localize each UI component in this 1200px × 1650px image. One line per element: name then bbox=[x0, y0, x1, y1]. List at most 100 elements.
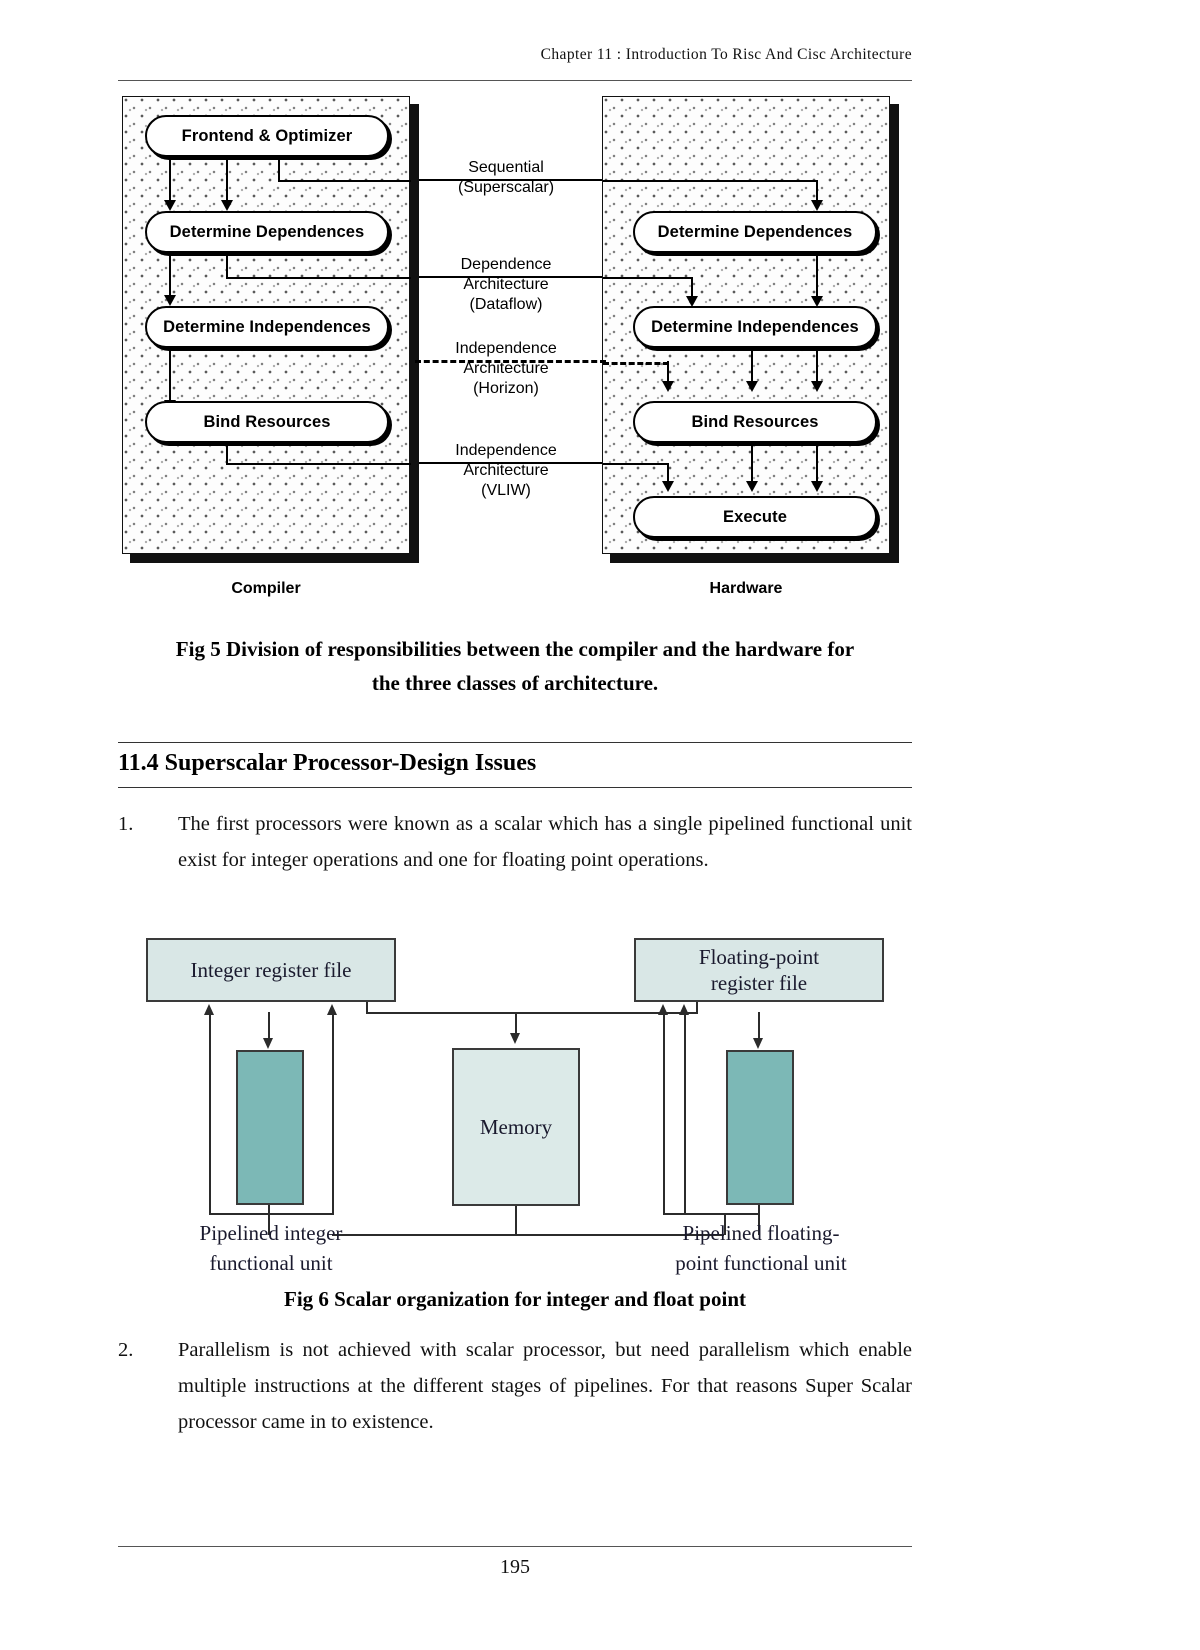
compiler-node-determine-independences: Determine Independences bbox=[145, 306, 389, 348]
hardware-node-determine-dependences: Determine Dependences bbox=[633, 211, 877, 253]
compiler-edge-2a bbox=[169, 253, 172, 299]
hardware-arrowhead-seq bbox=[811, 200, 823, 211]
compiler-edge-1b bbox=[226, 157, 229, 204]
wire-memory-bottom-stub bbox=[515, 1206, 518, 1236]
compiler-arrowhead-2a bbox=[164, 295, 176, 306]
middle-label-sequential: Sequential (Superscalar) bbox=[406, 158, 606, 198]
list-item-2: 2. Parallelism is not achieved with scal… bbox=[118, 1332, 912, 1440]
list-item-1: 1. The first processors were known as a … bbox=[118, 806, 912, 878]
right-panel-shadow-right bbox=[890, 104, 899, 562]
compiler-node-bind-resources: Bind Resources bbox=[145, 401, 389, 443]
figure-5-diagram: Frontend & Optimizer Determine Dependenc… bbox=[118, 96, 912, 597]
integer-functional-unit-label: Pipelined integer functional unit bbox=[156, 1218, 386, 1278]
middle-label-dependence-line1: Dependence bbox=[460, 256, 552, 273]
middle-label-horizon-line2: Architecture bbox=[463, 360, 549, 377]
wire-int-bottom-bus bbox=[209, 1213, 334, 1216]
hardware-node-execute: Execute bbox=[633, 496, 877, 538]
hardware-arrowhead-3b bbox=[811, 481, 823, 492]
compiler-arrowhead-1b bbox=[221, 200, 233, 211]
pipelined-integer-functional-unit-box bbox=[236, 1050, 304, 1205]
middle-label-vliw-line3: (VLIW) bbox=[481, 482, 531, 499]
float-unit-label-line1: Pipelined floating- bbox=[682, 1221, 840, 1245]
hardware-arrowhead-horizon bbox=[662, 381, 674, 392]
list-item-1-number: 1. bbox=[118, 813, 134, 835]
floating-point-register-file-box: Floating-point register file bbox=[634, 938, 884, 1002]
wire-int-writeback-left bbox=[209, 1012, 212, 1215]
middle-label-sequential-line2: (Superscalar) bbox=[457, 179, 555, 196]
list-item-2-text: Parallelism is not achieved with scalar … bbox=[178, 1339, 912, 1433]
middle-label-dependence: Dependence Architecture (Dataflow) bbox=[406, 255, 606, 315]
right-panel-shadow-bottom bbox=[610, 554, 899, 563]
list-item-1-text: The first processors were known as a sca… bbox=[178, 813, 912, 871]
wire-fp-writeback-left bbox=[663, 1012, 666, 1215]
header-divider bbox=[118, 80, 912, 81]
hardware-panel-caption: Hardware bbox=[709, 580, 783, 597]
integer-unit-label-line2: functional unit bbox=[209, 1251, 333, 1275]
hardware-edge-1a bbox=[816, 253, 819, 301]
figure-5-caption-line2: the three classes of architecture. bbox=[371, 671, 659, 695]
integer-register-file-box: Integer register file bbox=[146, 938, 396, 1002]
compiler-edge-3a bbox=[169, 348, 172, 404]
figure-6-diagram: Integer register file Floating-point reg… bbox=[118, 930, 912, 1280]
wire-memory-top-bus bbox=[366, 1012, 698, 1015]
arrow-int-writeback-left bbox=[204, 1004, 214, 1015]
arrow-fp-operand-down bbox=[753, 1038, 763, 1049]
wire-fp-bottom-bus bbox=[663, 1213, 760, 1216]
floating-register-file-line1: Floating-point bbox=[698, 945, 820, 969]
compiler-node-determine-dependences: Determine Dependences bbox=[145, 211, 389, 253]
hardware-in-seq-h bbox=[603, 180, 818, 183]
figure-5-caption-line1: Fig 5 Division of responsibilities betwe… bbox=[175, 637, 855, 661]
floating-register-file-line2: register file bbox=[710, 971, 808, 995]
hardware-panel: Determine Dependences Determine Independ… bbox=[602, 96, 890, 554]
hardware-edge-3b bbox=[816, 443, 819, 485]
compiler-branch-dep-h bbox=[226, 277, 411, 280]
document-page: Chapter 11 : Introduction To Risc And Ci… bbox=[0, 0, 1200, 1650]
arrow-fp-result-up bbox=[679, 1004, 689, 1015]
integer-unit-label-line1: Pipelined integer bbox=[199, 1221, 343, 1245]
middle-label-vliw-line2: Architecture bbox=[463, 462, 549, 479]
hardware-edge-3a bbox=[751, 443, 754, 485]
middle-label-dependence-line2: Architecture bbox=[463, 276, 549, 293]
section-rule-top bbox=[118, 742, 912, 743]
list-item-2-number: 2. bbox=[118, 1339, 134, 1361]
pipelined-floating-point-functional-unit-box bbox=[726, 1050, 794, 1205]
page-number: 195 bbox=[500, 1556, 530, 1578]
wire-memory-bus-right-riser bbox=[696, 1002, 699, 1014]
wire-fp-result-up bbox=[684, 1012, 687, 1215]
hardware-arrowhead-vliw bbox=[662, 481, 674, 492]
page-header: Chapter 11 : Introduction To Risc And Ci… bbox=[540, 46, 912, 63]
arrow-int-operand-down bbox=[263, 1038, 273, 1049]
hardware-arrowhead-2b bbox=[811, 381, 823, 392]
figure-6-caption: Fig 6 Scalar organization for integer an… bbox=[284, 1287, 746, 1311]
footer-divider bbox=[118, 1546, 912, 1547]
left-panel-shadow-bottom bbox=[130, 554, 419, 563]
compiler-branch-seq-h bbox=[278, 180, 411, 183]
arrow-fp-writeback-left bbox=[658, 1004, 668, 1015]
compiler-branch-seq-v bbox=[278, 157, 281, 182]
float-unit-label-line2: point functional unit bbox=[675, 1251, 847, 1275]
compiler-branch-vliw-h bbox=[226, 463, 411, 466]
hardware-node-bind-resources: Bind Resources bbox=[633, 401, 877, 443]
wire-memory-bus-left-riser bbox=[366, 1002, 369, 1014]
compiler-panel-caption: Compiler bbox=[231, 580, 301, 597]
compiler-arrowhead-1a bbox=[164, 200, 176, 211]
wire-int-result-up bbox=[332, 1012, 335, 1215]
hardware-edge-2a bbox=[751, 348, 754, 385]
middle-label-horizon-line3: (Horizon) bbox=[473, 380, 539, 397]
compiler-panel: Frontend & Optimizer Determine Dependenc… bbox=[122, 96, 411, 554]
figure-5-caption: Fig 5 Division of responsibilities betwe… bbox=[118, 632, 912, 700]
compiler-branch-dep-v bbox=[226, 253, 229, 279]
arrow-int-result-up bbox=[327, 1004, 337, 1015]
hardware-in-dep-h bbox=[603, 277, 693, 280]
compiler-branch-vliw-v bbox=[226, 443, 229, 465]
section-rule-bottom bbox=[118, 787, 912, 788]
middle-label-vliw: Independence Architecture (VLIW) bbox=[406, 441, 606, 501]
middle-label-vliw-line1: Independence bbox=[455, 442, 557, 459]
hardware-arrowhead-2a bbox=[746, 381, 758, 392]
compiler-node-frontend-optimizer: Frontend & Optimizer bbox=[145, 115, 389, 157]
hardware-in-vliw-h bbox=[603, 463, 669, 466]
hardware-edge-2b bbox=[816, 348, 819, 385]
middle-label-horizon: Independence Architecture (Horizon) bbox=[406, 339, 606, 399]
middle-label-dependence-line3: (Dataflow) bbox=[469, 296, 543, 313]
compiler-edge-1a bbox=[169, 157, 172, 204]
